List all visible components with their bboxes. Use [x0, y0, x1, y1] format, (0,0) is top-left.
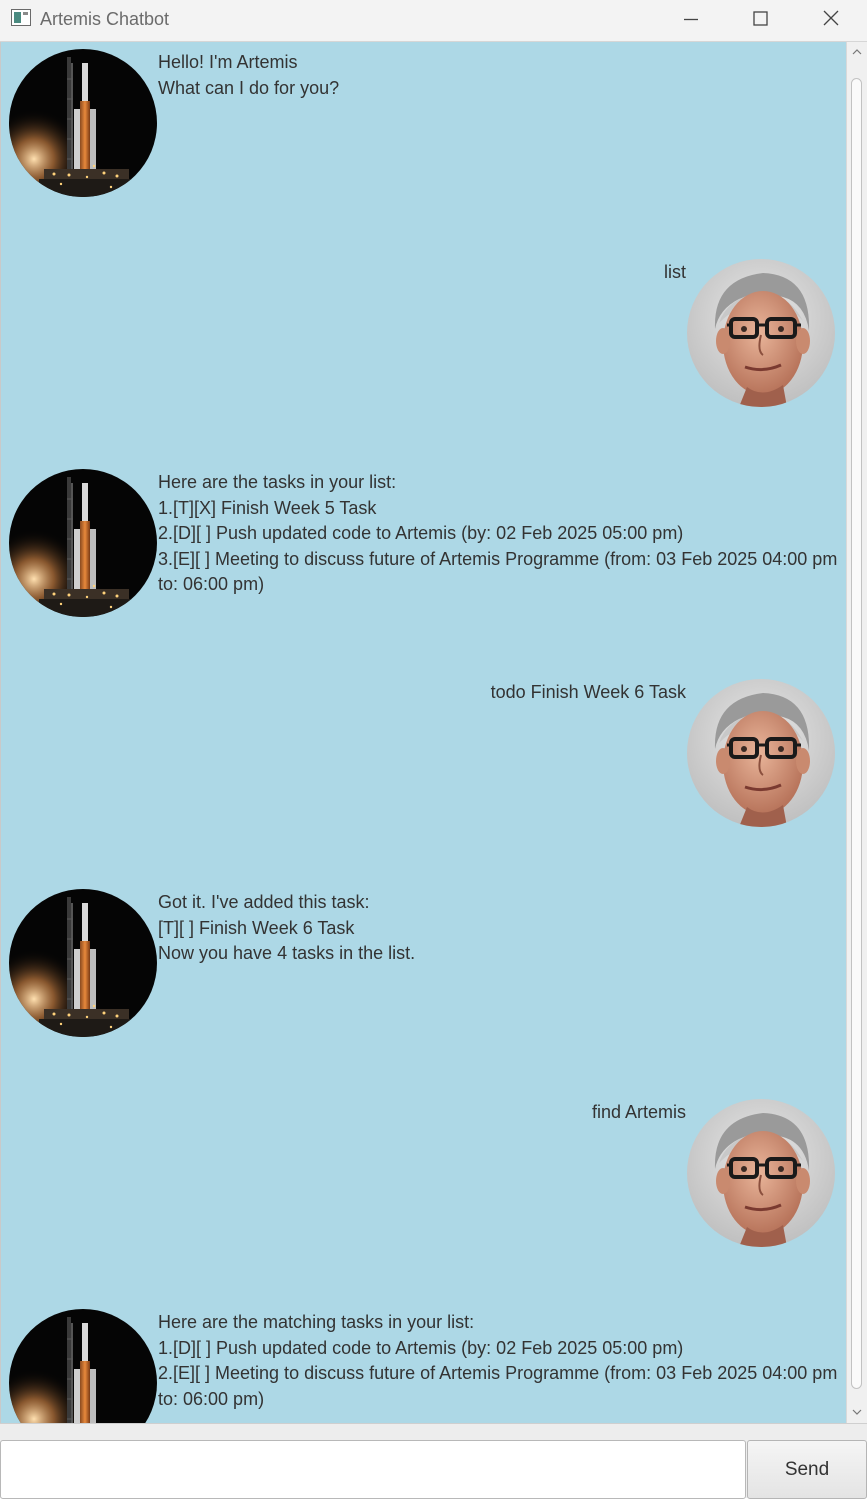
send-button[interactable]: Send [747, 1440, 867, 1499]
bot-message-text: Here are the matching tasks in your list… [158, 1312, 838, 1409]
user-message-text: todo Finish Week 6 Task [490, 682, 686, 702]
scroll-up-arrow-icon[interactable] [847, 42, 867, 62]
bot-message-text: Got it. I've added this task: [T][ ] Fin… [158, 892, 416, 963]
user-portrait-avatar [687, 679, 835, 827]
minimize-icon [684, 18, 698, 21]
rocket-launch-avatar [9, 889, 157, 1037]
close-icon [823, 10, 839, 26]
input-bar: Send [0, 1423, 867, 1499]
maximize-icon [753, 11, 768, 26]
vertical-scrollbar[interactable] [846, 42, 867, 1423]
rocket-launch-avatar [9, 1309, 157, 1423]
rocket-launch-avatar [9, 49, 157, 197]
scroll-down-arrow-icon[interactable] [847, 1402, 867, 1422]
maximize-button[interactable] [726, 0, 796, 40]
rocket-launch-avatar [9, 469, 157, 617]
user-portrait-avatar [687, 1099, 835, 1247]
title-bar: Artemis Chatbot [0, 0, 867, 42]
close-button[interactable] [796, 0, 866, 40]
user-message-text: find Artemis [591, 1102, 686, 1122]
message-input[interactable] [0, 1440, 746, 1499]
scrollbar-thumb[interactable] [851, 78, 862, 1389]
bot-message-text: Hello! I'm Artemis What can I do for you… [158, 52, 340, 98]
minimize-button[interactable] [656, 0, 726, 40]
pane-border [0, 42, 1, 1423]
bot-message-text: Here are the tasks in your list: 1.[T][X… [158, 472, 838, 594]
app-window-icon [11, 9, 31, 26]
window-title: Artemis Chatbot [40, 9, 170, 29]
dialog-scroll-pane[interactable]: Hello! I'm Artemis What can I do for you… [0, 42, 846, 1423]
user-portrait-avatar [687, 259, 835, 407]
user-message-text: list [664, 262, 686, 282]
